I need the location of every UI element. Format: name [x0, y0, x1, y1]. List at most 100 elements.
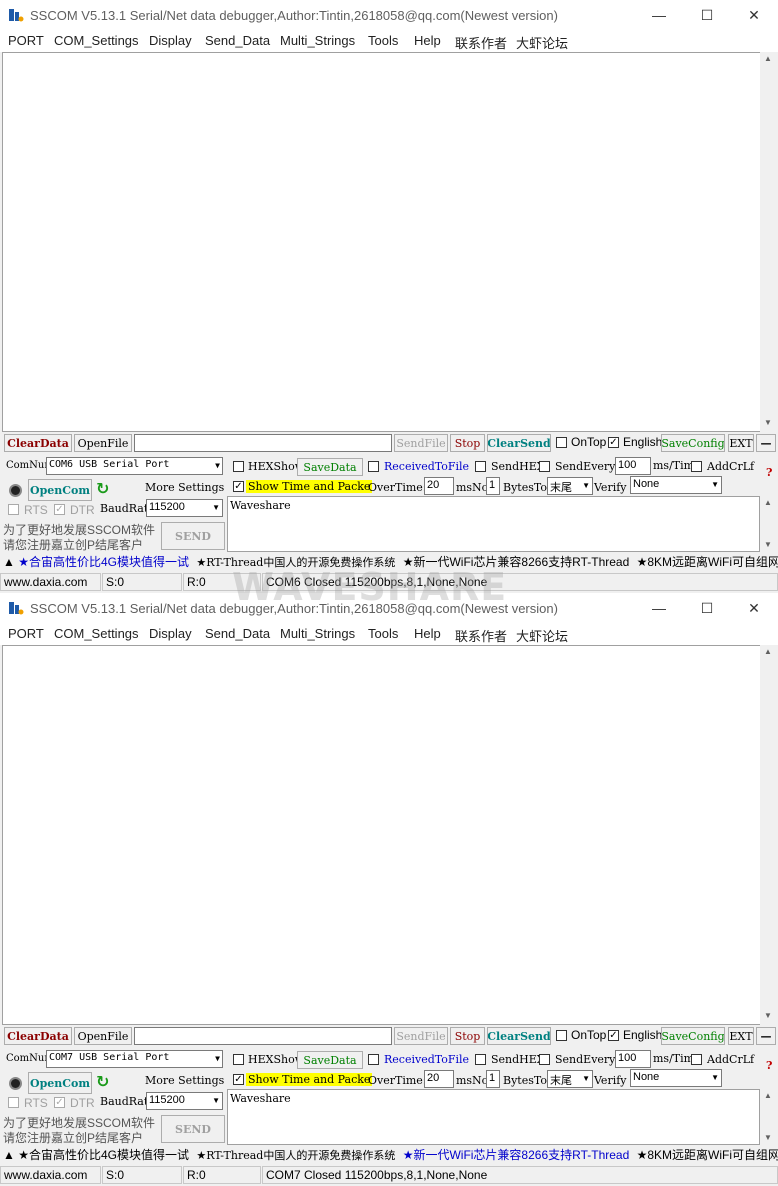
more-settings-link[interactable]: More Settings — [145, 481, 224, 494]
send-scrollbar[interactable]: ▲ ▼ — [760, 1089, 776, 1145]
dtr-checkbox[interactable]: ✓ — [54, 504, 65, 515]
title-bar[interactable]: SSCOM V5.13.1 Serial/Net data debugger,A… — [0, 593, 778, 623]
scroll-up-icon[interactable]: ▲ — [760, 496, 776, 510]
ticker-item-wifi-chip[interactable]: ★新一代WiFi芯片兼容8266支持RT-Thread — [403, 1148, 630, 1162]
send-button[interactable]: SEND — [161, 1115, 225, 1143]
collapse-button[interactable]: — — [756, 1027, 776, 1045]
receive-area[interactable] — [2, 645, 762, 1025]
menu-tools[interactable]: Tools — [368, 626, 398, 641]
receive-scrollbar[interactable]: ▲ ▼ — [760, 645, 776, 1025]
send-file-button[interactable]: SendFile — [394, 434, 448, 452]
menu-display[interactable]: Display — [149, 33, 192, 48]
save-data-button[interactable]: SaveData — [297, 458, 363, 476]
rts-checkbox[interactable] — [8, 1097, 19, 1108]
stop-button[interactable]: Stop — [450, 1027, 485, 1045]
ticker-item-long-range-wifi[interactable]: ★8KM远距离WiFi可自组网 — [637, 555, 778, 569]
byte-number-input[interactable]: 1 — [486, 1070, 500, 1088]
refresh-icon[interactable]: ↻ — [96, 1072, 109, 1092]
menu-help[interactable]: Help — [414, 626, 441, 641]
clear-send-button[interactable]: ClearSend — [487, 434, 551, 452]
menu-display[interactable]: Display — [149, 626, 192, 641]
ticker-arrow-icon[interactable]: ▲ — [3, 1148, 15, 1162]
ext-button[interactable]: EXT — [728, 434, 754, 452]
send-scrollbar[interactable]: ▲ ▼ — [760, 496, 776, 552]
scroll-down-icon[interactable]: ▼ — [760, 416, 776, 430]
save-config-button[interactable]: SaveConfig — [661, 1027, 725, 1045]
baud-rate-select[interactable]: 115200 ▼ — [146, 499, 223, 517]
hex-show-checkbox[interactable] — [233, 461, 244, 472]
scroll-down-icon[interactable]: ▼ — [760, 538, 776, 552]
menu-contact-author[interactable]: 联系作者 — [455, 626, 507, 645]
send-hex-checkbox[interactable] — [475, 1054, 486, 1065]
clear-data-button[interactable]: ClearData — [4, 1027, 72, 1045]
menu-port[interactable]: PORT — [8, 33, 44, 48]
ext-button[interactable]: EXT — [728, 1027, 754, 1045]
scroll-down-icon[interactable]: ▼ — [760, 1009, 776, 1023]
menu-tools[interactable]: Tools — [368, 33, 398, 48]
send-every-checkbox[interactable] — [539, 461, 550, 472]
receive-scrollbar[interactable]: ▲ ▼ — [760, 52, 776, 432]
promo-line-2[interactable]: 请您注册嘉立创P结尾客户 — [3, 536, 143, 553]
send-input[interactable]: Waveshare — [227, 1089, 760, 1145]
com-port-select[interactable]: COM6 USB Serial Port ▼ — [46, 457, 223, 475]
save-config-button[interactable]: SaveConfig — [661, 434, 725, 452]
menu-help[interactable]: Help — [414, 33, 441, 48]
minimize-icon[interactable]: — — [636, 593, 682, 623]
on-top-checkbox[interactable] — [556, 1030, 567, 1041]
received-to-file-checkbox[interactable] — [368, 1054, 379, 1065]
close-icon[interactable]: ✕ — [731, 593, 777, 623]
rts-checkbox[interactable] — [8, 504, 19, 515]
open-file-button[interactable]: OpenFile — [74, 1027, 132, 1045]
verify-select[interactable]: None ▼ — [630, 1069, 722, 1087]
interval-input[interactable]: 100 — [615, 1050, 651, 1068]
tail-position-select[interactable]: 末尾 ▼ — [547, 477, 593, 495]
promo-line-2[interactable]: 请您注册嘉立创P结尾客户 — [3, 1129, 143, 1146]
send-hex-checkbox[interactable] — [475, 461, 486, 472]
show-time-checkbox[interactable]: ✓ — [233, 481, 244, 492]
ticker-item-rt-thread[interactable]: ★RT-Thread中国人的开源免费操作系统 — [196, 556, 395, 569]
refresh-icon[interactable]: ↻ — [96, 479, 109, 499]
menu-daxia-forum[interactable]: 大虾论坛 — [516, 626, 568, 645]
menu-port[interactable]: PORT — [8, 626, 44, 641]
english-checkbox[interactable]: ✓ — [608, 437, 619, 448]
english-checkbox[interactable]: ✓ — [608, 1030, 619, 1041]
help-icon[interactable]: ? — [766, 466, 772, 479]
dtr-checkbox[interactable]: ✓ — [54, 1097, 65, 1108]
send-every-checkbox[interactable] — [539, 1054, 550, 1065]
scroll-down-icon[interactable]: ▼ — [760, 1131, 776, 1145]
overtime-input[interactable]: 20 — [424, 1070, 454, 1088]
open-file-button[interactable]: OpenFile — [74, 434, 132, 452]
save-data-button[interactable]: SaveData — [297, 1051, 363, 1069]
close-icon[interactable]: ✕ — [731, 0, 777, 30]
menu-multi-strings[interactable]: Multi_Strings — [280, 626, 355, 641]
received-to-file-checkbox[interactable] — [368, 461, 379, 472]
file-path-input[interactable] — [134, 1027, 392, 1045]
scroll-up-icon[interactable]: ▲ — [760, 645, 776, 659]
ticker-item-long-range-wifi[interactable]: ★8KM远距离WiFi可自组网 — [637, 1148, 778, 1162]
overtime-input[interactable]: 20 — [424, 477, 454, 495]
scroll-up-icon[interactable]: ▲ — [760, 1089, 776, 1103]
stop-button[interactable]: Stop — [450, 434, 485, 452]
verify-select[interactable]: None ▼ — [630, 476, 722, 494]
ticker-item-rt-thread[interactable]: ★RT-Thread中国人的开源免费操作系统 — [196, 1149, 395, 1162]
open-com-button[interactable]: OpenCom — [28, 1072, 92, 1094]
send-file-button[interactable]: SendFile — [394, 1027, 448, 1045]
menu-daxia-forum[interactable]: 大虾论坛 — [516, 33, 568, 52]
maximize-icon[interactable]: ☐ — [684, 0, 730, 30]
ticker-item-4g-module[interactable]: ★合宙高性价比4G模块值得一试 — [18, 555, 189, 569]
byte-number-input[interactable]: 1 — [486, 477, 500, 495]
minimize-icon[interactable]: — — [636, 0, 682, 30]
collapse-button[interactable]: — — [756, 434, 776, 452]
clear-send-button[interactable]: ClearSend — [487, 1027, 551, 1045]
ticker-arrow-icon[interactable]: ▲ — [3, 555, 15, 569]
menu-com-settings[interactable]: COM_Settings — [54, 626, 139, 641]
show-time-checkbox[interactable]: ✓ — [233, 1074, 244, 1085]
menu-send-data[interactable]: Send_Data — [205, 626, 270, 641]
title-bar[interactable]: SSCOM V5.13.1 Serial/Net data debugger,A… — [0, 0, 778, 30]
interval-input[interactable]: 100 — [615, 457, 651, 475]
baud-rate-select[interactable]: 115200 ▼ — [146, 1092, 223, 1110]
menu-contact-author[interactable]: 联系作者 — [455, 33, 507, 52]
menu-multi-strings[interactable]: Multi_Strings — [280, 33, 355, 48]
hex-show-checkbox[interactable] — [233, 1054, 244, 1065]
clear-data-button[interactable]: ClearData — [4, 434, 72, 452]
